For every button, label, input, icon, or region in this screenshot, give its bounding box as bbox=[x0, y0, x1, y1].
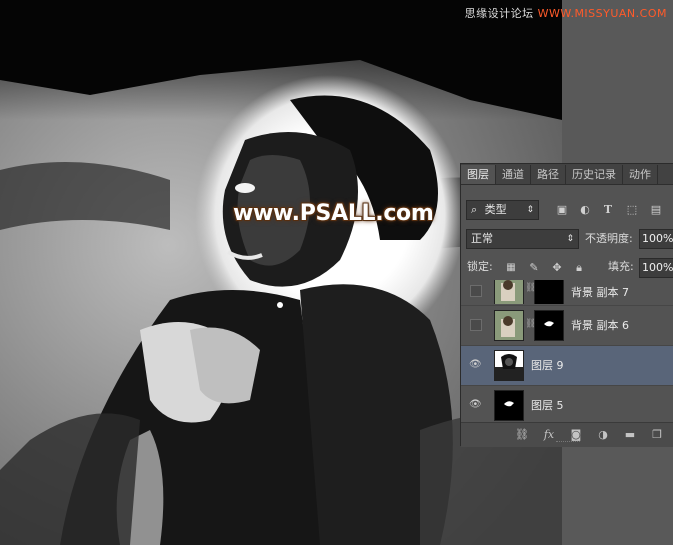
move-icon[interactable]: ✥ bbox=[550, 261, 564, 275]
fx-icon[interactable]: fx bbox=[542, 428, 556, 442]
opacity-field[interactable]: 100% bbox=[639, 229, 673, 249]
spinner-icon: ⇕ bbox=[526, 205, 534, 215]
spinner-icon: ⇕ bbox=[566, 234, 574, 244]
adjustment-layer-icon[interactable]: ◑ bbox=[596, 428, 610, 442]
fill-label: 填充: bbox=[608, 260, 634, 273]
lock-label: 锁定: bbox=[467, 260, 493, 273]
visibility-toggle[interactable] bbox=[470, 285, 482, 297]
layers-panel: 图层 通道 路径 历史记录 动作 ⌕ 类型 ⇕ ▣ ◐ T ⬚ ▤ 正常 ⇕ 不… bbox=[460, 163, 673, 447]
tab-layers[interactable]: 图层 bbox=[461, 165, 496, 184]
tab-paths[interactable]: 路径 bbox=[531, 165, 566, 184]
link-layers-icon[interactable]: ⛓ bbox=[515, 428, 529, 442]
layer-name[interactable]: 背景 副本 7 bbox=[571, 284, 629, 300]
layer-row-layer-5[interactable]: 👁︎ 图层 5 bbox=[461, 385, 673, 425]
layer-thumbnail bbox=[494, 350, 524, 381]
layer-row-bg-copy-6[interactable]: ⛓ 背景 副本 6 bbox=[461, 305, 673, 345]
shape-filter-icon[interactable]: ⬚ bbox=[625, 203, 639, 217]
visibility-toggle[interactable] bbox=[470, 319, 482, 331]
eye-icon[interactable]: 👁︎ bbox=[469, 359, 482, 371]
folder-icon[interactable]: ▬ bbox=[623, 428, 637, 442]
filter-type-select[interactable]: ⌕ 类型 ⇕ bbox=[466, 200, 539, 220]
adjustment-filter-icon[interactable]: ◐ bbox=[578, 203, 592, 217]
panel-tabs: 图层 通道 路径 历史记录 动作 bbox=[461, 164, 673, 185]
layer-name[interactable]: 背景 副本 6 bbox=[571, 317, 629, 333]
layer-row-layer-9[interactable]: 👁︎ 图层 9 bbox=[461, 345, 673, 385]
layer-mask-thumbnail[interactable] bbox=[534, 310, 564, 341]
layers-list: ⛓ 背景 副本 7 ⛓ 背景 副本 6 👁︎ 图层 9 👁︎ 图层 5 bbox=[461, 280, 673, 421]
layer-name[interactable]: 图层 9 bbox=[531, 357, 564, 373]
layer-mask-thumbnail[interactable] bbox=[534, 280, 564, 304]
resize-grip[interactable] bbox=[556, 441, 580, 445]
new-layer-icon[interactable]: ❐ bbox=[650, 428, 664, 442]
watermark-site: WWW.MISSYUAN.COM bbox=[537, 7, 667, 20]
link-icon[interactable]: ⛓ bbox=[525, 282, 536, 294]
eye-icon[interactable]: 👁︎ bbox=[469, 399, 482, 411]
layer-thumbnail bbox=[494, 310, 524, 341]
watermark-prefix: 思缘设计论坛 bbox=[464, 7, 534, 20]
layer-row-bg-copy-7[interactable]: ⛓ 背景 副本 7 bbox=[461, 280, 673, 304]
fill-field[interactable]: 100% bbox=[639, 258, 673, 278]
blend-mode-label: 正常 bbox=[471, 232, 493, 245]
blend-row: 正常 ⇕ 不透明度: 100% bbox=[461, 227, 673, 249]
filter-type-label: 类型 bbox=[484, 203, 507, 216]
tab-channels[interactable]: 通道 bbox=[496, 165, 531, 184]
tab-history[interactable]: 历史记录 bbox=[566, 165, 623, 184]
layer-thumbnail bbox=[494, 280, 524, 304]
opacity-label: 不透明度: bbox=[585, 232, 633, 245]
tab-actions[interactable]: 动作 bbox=[623, 165, 658, 184]
smart-object-filter-icon[interactable]: ▤ bbox=[649, 203, 663, 217]
lock-row: 锁定: ▦ ✎ ✥ 🔒︎ 填充: 100% bbox=[461, 256, 673, 278]
center-watermark: www.PSALL.com bbox=[233, 201, 434, 226]
layer-thumbnail bbox=[494, 390, 524, 421]
image-filter-icon[interactable]: ▣ bbox=[555, 203, 569, 217]
search-icon: ⌕ bbox=[471, 203, 478, 216]
lock-transparent-icon[interactable]: ▦ bbox=[504, 261, 518, 275]
site-watermark: 思缘设计论坛 WWW.MISSYUAN.COM bbox=[465, 5, 667, 21]
type-filter-icon[interactable]: T bbox=[601, 203, 615, 217]
layer-name[interactable]: 图层 5 bbox=[531, 397, 564, 413]
lock-icon[interactable]: 🔒︎ bbox=[572, 261, 586, 275]
add-mask-icon[interactable]: ◙ bbox=[569, 428, 583, 442]
link-icon[interactable]: ⛓ bbox=[525, 318, 536, 330]
blend-mode-select[interactable]: 正常 ⇕ bbox=[466, 229, 579, 249]
brush-icon[interactable]: ✎ bbox=[527, 261, 541, 275]
filter-row: ⌕ 类型 ⇕ ▣ ◐ T ⬚ ▤ bbox=[461, 197, 673, 221]
